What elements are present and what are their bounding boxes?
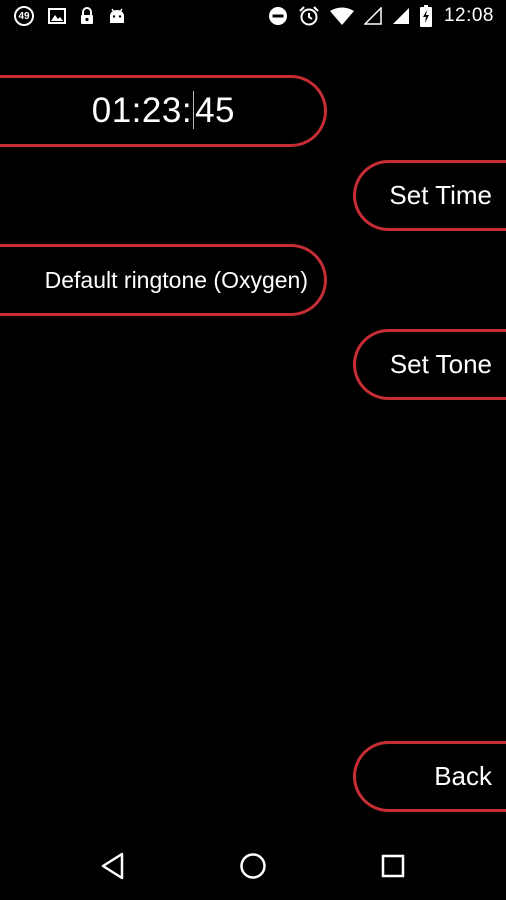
- recents-square-icon[interactable]: [377, 850, 409, 882]
- set-time-label: Set Time: [389, 180, 492, 210]
- battery-charging-icon: [419, 5, 432, 27]
- ringtone-field[interactable]: Default ringtone (Oxygen): [0, 244, 327, 316]
- set-tone-label: Set Tone: [389, 349, 492, 379]
- alarm-clock-icon: [298, 5, 320, 27]
- signal-full-icon: [392, 7, 410, 25]
- text-caret: [193, 91, 195, 130]
- notification-count-icon: 49: [14, 6, 34, 26]
- time-value-before-caret: 01:23:: [91, 90, 193, 130]
- back-label: Back: [434, 761, 492, 791]
- signal-empty-icon: [363, 7, 382, 25]
- set-time-button[interactable]: Set Time: [353, 160, 506, 231]
- status-bar-right: 12:08: [268, 5, 494, 27]
- status-bar: 49 12:08: [0, 0, 506, 36]
- time-value-after-caret: 45: [195, 90, 235, 130]
- time-input[interactable]: 01:23:45: [0, 75, 327, 147]
- home-circle-icon[interactable]: [237, 850, 269, 882]
- status-clock: 12:08: [443, 5, 494, 26]
- back-triangle-icon[interactable]: [97, 850, 129, 882]
- set-tone-button[interactable]: Set Tone: [353, 329, 506, 400]
- lock-icon: [80, 7, 94, 25]
- navigation-bar: [0, 830, 506, 900]
- image-icon: [48, 8, 66, 24]
- back-button[interactable]: Back: [353, 741, 506, 812]
- ringtone-label: Default ringtone (Oxygen): [44, 266, 308, 293]
- do-not-disturb-icon: [268, 6, 288, 26]
- time-value: 01:23:45: [92, 91, 235, 132]
- screen: 49 12:08 01:23:45 Set Time Default ringt…: [0, 0, 506, 900]
- android-icon: [108, 7, 126, 25]
- status-bar-left: 49: [14, 6, 126, 26]
- wifi-icon: [329, 7, 354, 25]
